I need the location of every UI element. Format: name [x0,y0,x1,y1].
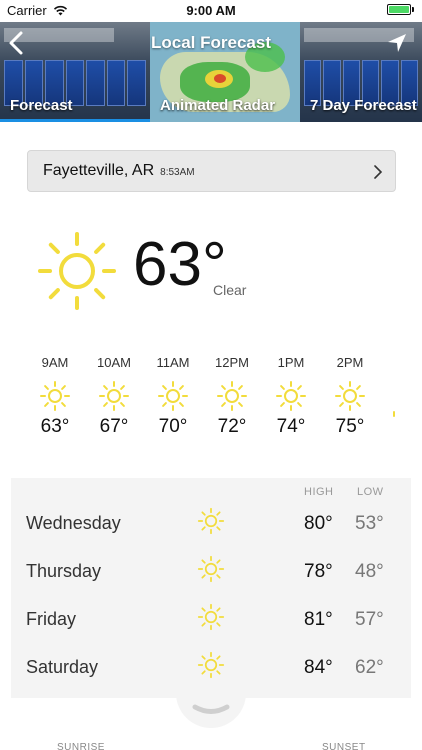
day-low: 57° [355,609,384,630]
day-low: 48° [355,561,384,582]
hour-temp: 74° [276,416,306,437]
hourly-item: 1PM 74° [261,355,321,438]
sun-icon [197,651,225,679]
daily-forecast: HIGH LOW Wednesday 80° 53° Thursday 78° … [11,478,411,698]
daily-row[interactable]: Saturday 84° 62° [11,643,411,691]
day-name: Friday [26,609,77,629]
day-low: 53° [355,513,384,534]
current-condition: Clear [213,282,247,298]
battery-icon [387,4,411,15]
hour-time: 1PM [277,355,305,370]
day-name: Thursday [26,561,102,581]
location-arrow-icon[interactable] [386,32,408,54]
sun-icon [197,507,225,535]
sun-icon [38,232,116,310]
hour-time: 10AM [97,355,131,370]
day-high: 80° [304,513,333,534]
sunset-label: SUNSET [322,742,366,750]
sun-icon [393,411,395,417]
hour-time: 9AM [41,355,69,370]
hour-temp: 72° [217,416,247,437]
day-name: Saturday [26,657,99,677]
chevron-down-icon[interactable] [192,704,230,716]
battery-indicator [387,4,414,15]
hour-temp: 63° [40,416,70,437]
hourly-item: 2PM 75° [320,355,380,438]
day-low: 62° [355,657,384,678]
sun-icon [40,381,70,411]
hourly-item-partial [392,398,422,435]
hourly-item: 10AM 67° [84,355,144,438]
location-city: Fayetteville, AR [43,162,155,179]
hourly-forecast: 9AM 63° 10AM 67° 11AM 70° 12PM 72° 1PM 7… [25,355,422,455]
hourly-item: 11AM 70° [143,355,203,438]
daily-row[interactable]: Wednesday 80° 53° [11,499,411,547]
daily-row[interactable]: Thursday 78° 48° [11,547,411,595]
sun-icon [99,381,129,411]
status-time: 9:00 AM [186,3,236,18]
status-bar: Carrier 9:00 AM [0,0,422,22]
sun-icon [217,381,247,411]
location-selector[interactable]: Fayetteville, AR 8:53AM [27,150,396,192]
daily-row[interactable]: Friday 81° 57° [11,595,411,643]
sun-icon [197,603,225,631]
sun-icon [276,381,306,411]
thumb-radar-label: Animated Radar [160,97,276,114]
hour-time: 2PM [336,355,364,370]
hour-time: 12PM [215,355,249,370]
thumb-forecast-label: Forecast [10,97,73,114]
chevron-right-icon [374,165,383,179]
hour-time: 11AM [156,355,190,370]
sun-icon [158,381,188,411]
sun-icon [335,381,365,411]
hour-temp: 75° [335,416,365,437]
day-high: 81° [304,609,333,630]
day-high: 84° [304,657,333,678]
hour-temp: 67° [99,416,129,437]
day-name: Wednesday [26,513,121,533]
hourly-item: 9AM 63° [25,355,85,438]
high-column-label: HIGH [304,486,334,498]
location-updated-time: 8:53AM [160,167,195,178]
hour-temp: 70° [158,416,188,437]
low-column-label: LOW [357,486,384,498]
page-title: Local Forecast [151,33,271,52]
hourly-item: 12PM 72° [202,355,262,438]
day-high: 78° [304,561,333,582]
sunrise-label: SUNRISE [57,742,105,750]
thumb-7day-label: 7 Day Forecast [310,97,417,114]
sun-icon [197,555,225,583]
